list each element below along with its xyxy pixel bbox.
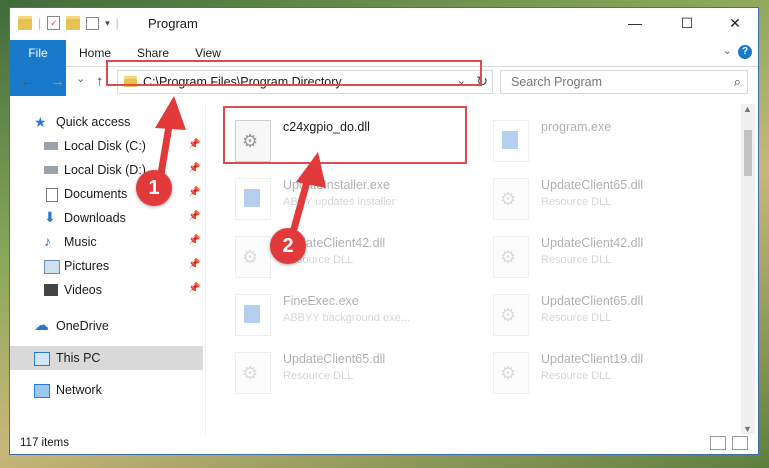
step-marker-2: 2 xyxy=(270,228,306,264)
annotation-arrows xyxy=(155,96,326,240)
step-marker-1: 1 xyxy=(136,170,172,206)
arrow-2-shaft xyxy=(288,174,312,240)
arrow-2-head xyxy=(296,152,326,188)
arrow-1-head xyxy=(155,96,186,130)
